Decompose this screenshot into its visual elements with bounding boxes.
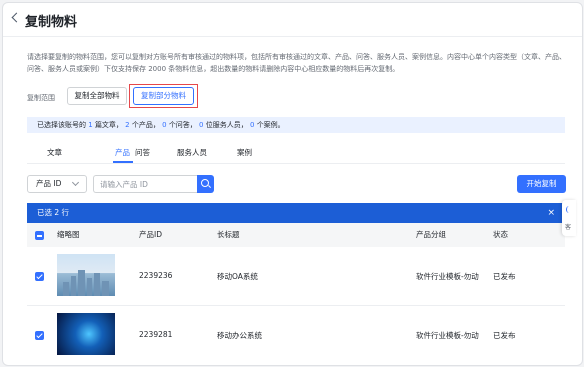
product-id-cell: 2239236 — [139, 271, 173, 280]
summary-cases-count: 0 — [249, 121, 255, 129]
group-cell: 软件行业模板-勿动 — [416, 272, 479, 281]
tab-products[interactable]: 产品 — [115, 147, 130, 158]
selected-count: 已选 2 行 — [37, 208, 70, 217]
title-cell: 移动办公系统 — [217, 331, 262, 340]
column-header-group: 产品分组 — [416, 230, 446, 239]
table-header: 缩略图 产品ID 长标题 产品分组 状态 — [27, 223, 565, 247]
tab-staff[interactable]: 服务人员 — [177, 147, 207, 158]
group-cell: 软件行业模板-勿动 — [416, 331, 479, 340]
summary-articles-count: 1 — [88, 121, 93, 129]
column-header-thumbnail: 缩略图 — [57, 230, 80, 239]
row-checkbox[interactable] — [35, 331, 44, 340]
select-all-checkbox[interactable] — [35, 231, 44, 240]
content-type-tabs: 文章 产品 问答 服务人员 案例 — [27, 143, 565, 163]
summary-cases-unit: 个案例。 — [256, 121, 285, 129]
customer-service-icon — [566, 206, 572, 213]
summary-prefix: 已选择该账号的 — [37, 121, 86, 129]
title-cell: 移动OA系统 — [217, 272, 258, 281]
side-tab-label: 客 — [565, 224, 572, 231]
column-header-product-id: 产品ID — [139, 230, 162, 239]
select-value: 产品 ID — [36, 179, 62, 188]
table-row[interactable]: 2239281 移动办公系统 软件行业模板-勿动 已发布 — [27, 306, 565, 364]
chevron-down-icon — [71, 178, 80, 187]
tab-qa[interactable]: 问答 — [135, 147, 150, 158]
description-text: 请选择要复制的物料范围，您可以复制对方账号所有审核通过的物料项，包括所有审核通过… — [27, 53, 566, 73]
selection-bar: 已选 2 行 × — [27, 203, 565, 223]
status-cell: 已发布 — [493, 272, 516, 281]
divider — [27, 163, 565, 164]
summary-qa-count: 0 — [162, 121, 167, 129]
column-header-status: 状态 — [493, 230, 508, 239]
summary-staff-unit: 位服务人员， — [205, 121, 248, 129]
summary-products-unit: 个产品， — [131, 121, 160, 129]
summary-articles-unit: 篇文章， — [94, 121, 123, 129]
summary-qa-unit: 个问答， — [168, 121, 197, 129]
product-thumbnail-image — [57, 254, 115, 296]
floating-side-tab[interactable]: 客 — [562, 200, 576, 236]
back-chevron-icon[interactable] — [11, 12, 22, 23]
product-id-cell: 2239281 — [139, 330, 173, 339]
copy-all-button[interactable]: 复制全部物料 — [67, 87, 127, 105]
tab-articles[interactable]: 文章 — [47, 147, 62, 158]
start-copy-button[interactable]: 开始复制 — [517, 175, 566, 193]
summary-staff-count: 0 — [199, 121, 204, 129]
table-row[interactable]: 2239236 移动OA系统 软件行业模板-勿动 已发布 — [27, 247, 565, 305]
selection-summary: 已选择该账号的 1 篇文章， 2 个产品， 0 个问答， 0 位服务人员， 0 … — [27, 117, 565, 133]
product-thumbnail-image — [57, 313, 115, 355]
copy-material-panel: 复制物料 请选择要复制的物料范围，您可以复制对方账号所有审核通过的物料项，包括所… — [2, 2, 583, 366]
search-icon — [201, 179, 209, 187]
page-title: 复制物料 — [25, 15, 78, 30]
close-icon[interactable]: × — [547, 203, 555, 223]
page-header: 复制物料 — [3, 3, 582, 35]
tab-cases[interactable]: 案例 — [237, 147, 252, 158]
column-header-title: 长标题 — [217, 230, 240, 239]
id-type-select[interactable]: 产品 ID — [27, 175, 87, 193]
product-id-search-input[interactable] — [93, 175, 197, 193]
row-checkbox[interactable] — [35, 272, 44, 281]
summary-products-count: 2 — [125, 121, 130, 129]
divider — [3, 36, 582, 37]
range-label: 复制范围 — [27, 94, 55, 102]
highlight-annotation — [129, 84, 198, 108]
status-cell: 已发布 — [493, 331, 516, 340]
search-button[interactable] — [197, 175, 214, 193]
